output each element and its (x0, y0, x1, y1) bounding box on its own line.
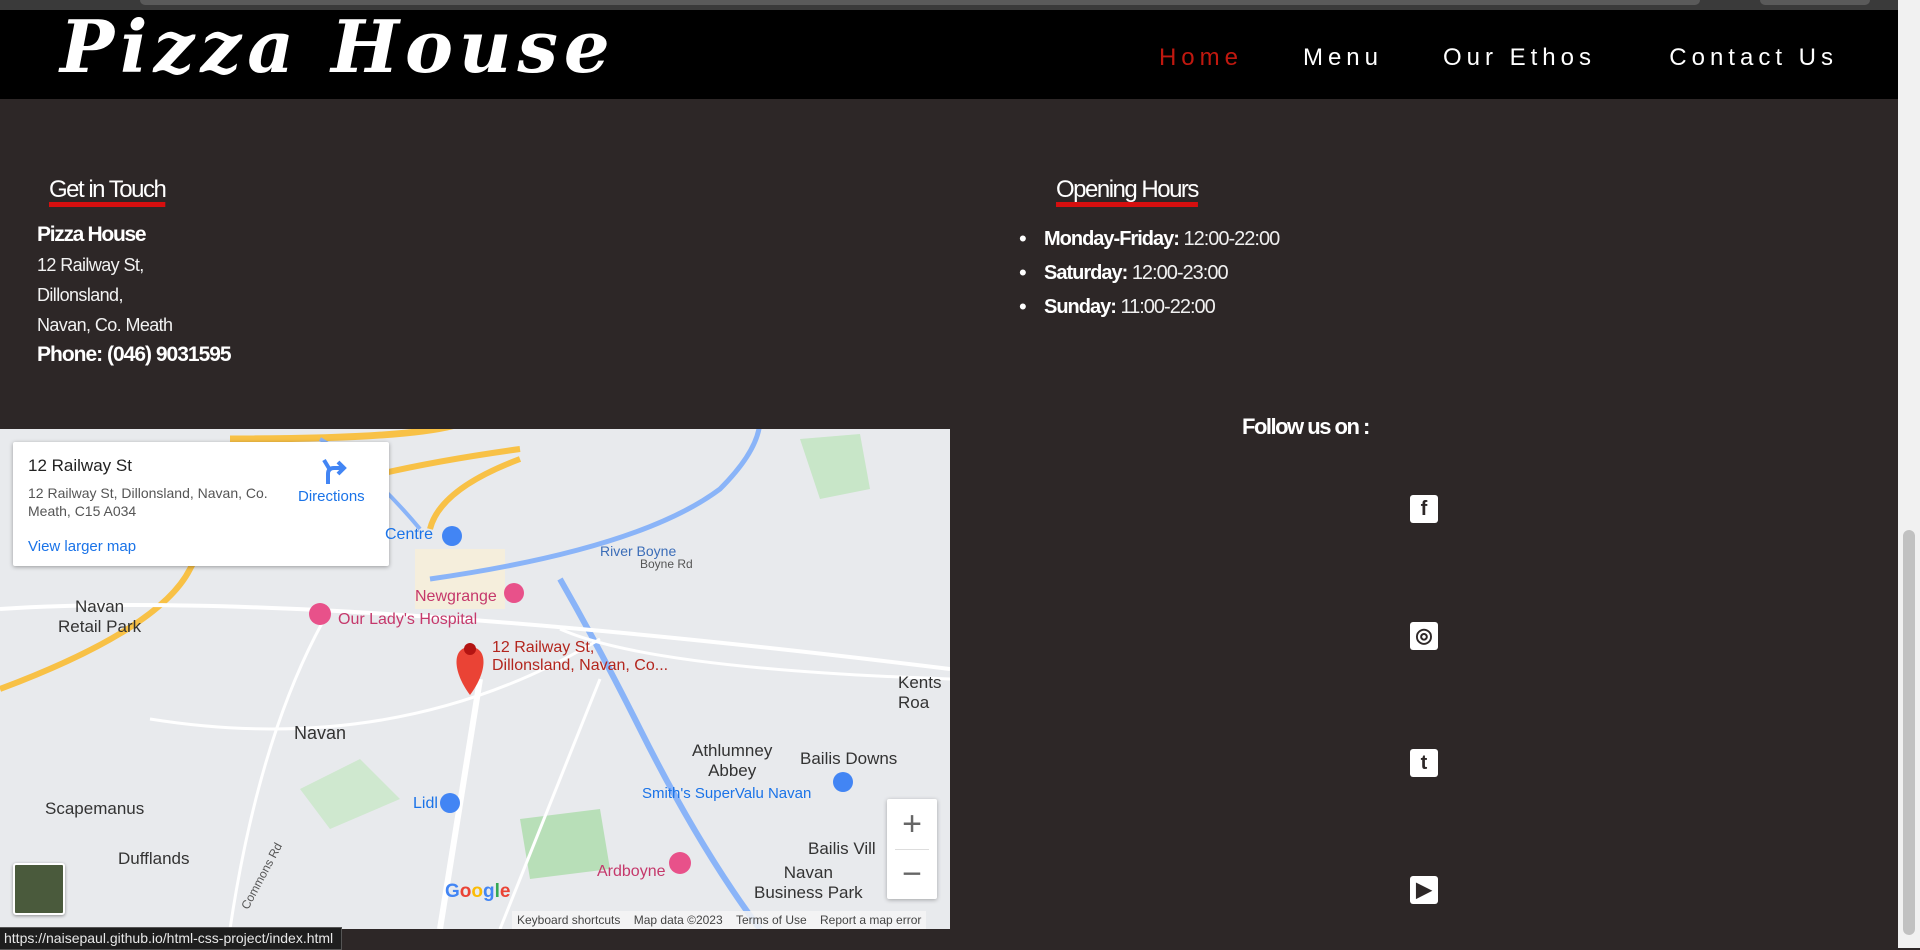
hours-time: 12:00-23:00 (1131, 262, 1229, 284)
twitter-icon[interactable]: t (1410, 749, 1438, 777)
scrollbar-thumb[interactable] (1903, 530, 1915, 935)
map-label-boyne-rd: Boyne Rd (640, 557, 693, 571)
contact-block: Pizza House 12 Railway St, Dillonsland, … (37, 220, 232, 370)
map-attribution: Keyboard shortcuts Map data ©2023 Terms … (512, 911, 927, 929)
hours-item: Sunday: 11:00-22:00 (1019, 290, 1279, 324)
instagram-icon[interactable]: ◎ (1410, 622, 1438, 650)
terms-of-use-link[interactable]: Terms of Use (736, 913, 807, 927)
nav-menu[interactable]: Menu (1303, 44, 1383, 72)
map-label-navan: Navan (294, 723, 347, 743)
hours-item: Saturday: 12:00-23:00 (1019, 256, 1279, 290)
site-header: Pizza House Home Menu Our Ethos Contact … (0, 4, 1898, 99)
toolbar-edge (1760, 0, 1870, 5)
hours-day: Saturday: (1044, 262, 1128, 284)
hours-item: Monday-Friday: 12:00-22:00 (1019, 222, 1280, 256)
hours-day: Sunday: (1044, 296, 1117, 318)
browser-status-url: https://naisepaul.github.io/html-css-pro… (0, 927, 343, 950)
map-label-ardboyne: Ardboyne (597, 863, 666, 880)
map-card-title: 12 Railway St (28, 456, 132, 475)
keyboard-shortcuts-link[interactable]: Keyboard shortcuts (517, 913, 620, 927)
map-label-athlumney-abbey: Athlumney Abbey (692, 741, 773, 780)
nav-contact-us[interactable]: Contact Us (1669, 44, 1838, 72)
address-line: Dillonsland, (37, 285, 123, 305)
get-in-touch-heading: Get in Touch (49, 176, 167, 203)
map-label-newgrange: Newgrange (415, 588, 497, 605)
address-line: Navan, Co. Meath (37, 315, 173, 335)
hours-day: Monday-Friday: (1044, 228, 1180, 250)
map-pin-label: 12 Railway St, Dillonsland, Navan, Co... (492, 639, 669, 674)
site-logo[interactable]: Pizza House (60, 4, 616, 89)
map-label-lidl: Lidl (413, 795, 438, 812)
map-label-kentstown: Kents Roa (898, 673, 942, 712)
map-label-bailis-downs: Bailis Downs (800, 749, 898, 768)
hours-time: 12:00-22:00 (1183, 228, 1280, 250)
map-label-navan-retail-park: Navan Retail Park (58, 597, 142, 636)
youtube-icon[interactable]: ▶ (1410, 876, 1438, 904)
opening-hours-list: Monday-Friday: 12:00-22:00 Saturday: 12:… (1019, 222, 1280, 324)
map-label-supervalu: Smith's SuperValu Navan (642, 785, 812, 802)
embedded-map[interactable]: 12 Railway St 12 Railway St, Dillonsland… (0, 429, 950, 929)
map-zoom-controls: + − (887, 799, 937, 899)
directions-icon[interactable] (318, 456, 352, 486)
zoom-out-button[interactable]: − (887, 849, 937, 899)
map-label-centre: Centre (385, 526, 434, 543)
opening-hours-heading: Opening Hours (1056, 176, 1199, 203)
directions-link[interactable]: Directions (298, 488, 365, 505)
phone-number: Phone: (046) 9031595 (37, 343, 232, 366)
business-name: Pizza House (37, 223, 147, 246)
zoom-in-button[interactable]: + (887, 799, 937, 849)
map-label-dufflands: Dufflands (118, 849, 190, 868)
map-info-card: 12 Railway St 12 Railway St, Dillonsland… (13, 442, 389, 566)
facebook-icon[interactable]: f (1410, 495, 1438, 523)
google-logo: Google (445, 881, 511, 902)
map-label-scapemanus: Scapemanus (45, 799, 145, 818)
map-card-address: 12 Railway St, Dillonsland, Navan, Co. M… (28, 485, 268, 519)
map-label-navan-business-park: Navan Business Park (754, 863, 863, 902)
page-scrollbar[interactable] (1898, 0, 1920, 948)
nav-our-ethos[interactable]: Our Ethos (1443, 44, 1596, 72)
view-larger-map-link[interactable]: View larger map (28, 538, 136, 555)
map-label-hospital: Our Lady's Hospital (338, 611, 478, 628)
map-label-bailis-vill: Bailis Vill (808, 839, 876, 858)
nav-home[interactable]: Home (1159, 44, 1243, 72)
follow-us-heading: Follow us on : (1242, 414, 1370, 439)
map-data-text: Map data ©2023 (633, 913, 723, 927)
hours-time: 11:00-22:00 (1120, 296, 1215, 318)
satellite-toggle[interactable] (13, 863, 65, 915)
address-line: 12 Railway St, (37, 255, 144, 275)
report-map-error-link[interactable]: Report a map error (820, 913, 921, 927)
